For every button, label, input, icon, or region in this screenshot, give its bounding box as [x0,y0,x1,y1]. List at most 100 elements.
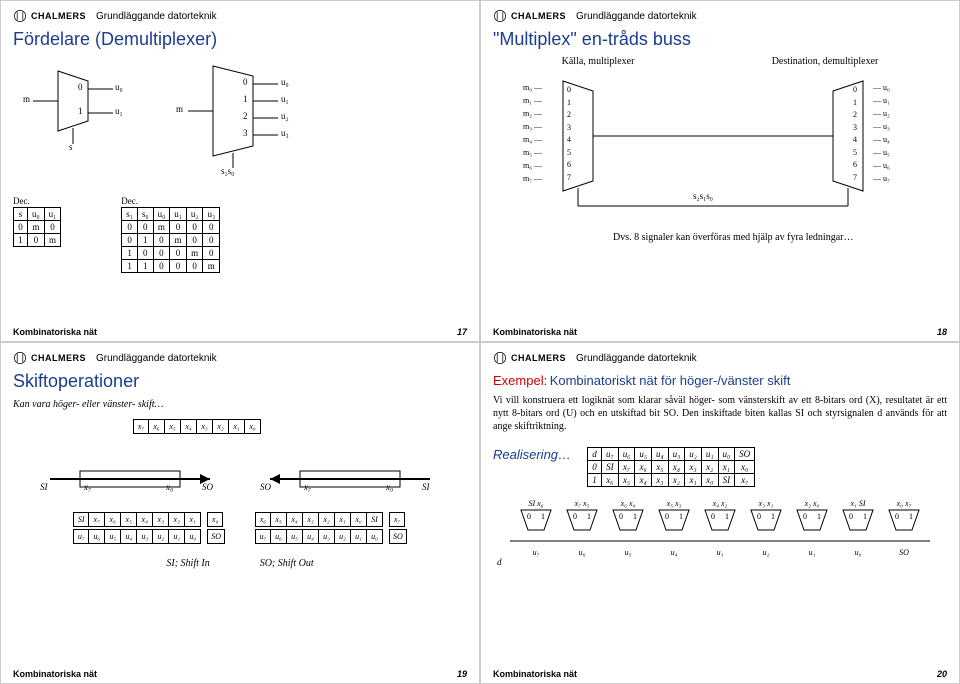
si-def: SI; Shift In [166,558,209,569]
idx: 7 [567,172,571,185]
course-title: Grundläggande datorteknik [576,11,697,22]
select-label: s₂s₁s₀ [693,191,713,201]
svg-text:1: 1 [679,512,683,521]
label-s: s₁s₀ [221,166,234,176]
svg-text:1: 1 [541,512,545,521]
demux-out: u₅ [883,148,890,157]
svg-text:0: 0 [573,512,577,521]
mux-icon: 01 [884,508,924,534]
header: CHALMERS Grundläggande datorteknik [13,9,467,23]
mux-icon: 01 [838,508,878,534]
so-def: SO; Shift Out [260,558,314,569]
brand-text: CHALMERS [511,11,566,21]
footer: Kombinatoriska nät 19 [13,665,467,679]
idx: 4 [567,134,571,147]
idx: 3 [853,122,857,135]
mux-array: SI x₆ x₇ x₅ x₆ x₄ x₅ x₃ x₄ x₂ x₃ x₁ x₂ x… [493,499,947,568]
demux-out: u₁ [883,96,890,105]
slide-title: Fördelare (Demultiplexer) [13,29,467,50]
mux-icon: 01 [654,508,694,534]
footer-text: Kombinatoriska nät [13,669,97,679]
example-label: Exempel: [493,373,547,388]
course-title: Grundläggande datorteknik [576,353,697,364]
svg-text:0: 0 [757,512,761,521]
label-m: m [176,104,183,114]
idx: 5 [567,147,571,160]
logo: CHALMERS [493,351,566,365]
label-u0: u₀ [281,77,289,87]
idx: 4 [853,134,857,147]
svg-text:1: 1 [633,512,637,521]
mux-in: m₂ [523,109,532,118]
brand-text: CHALMERS [511,353,566,363]
page-number: 19 [457,669,467,679]
label-u1: u₁ [281,94,289,104]
slide-17: CHALMERS Grundläggande datorteknik Förde… [0,0,480,342]
mux-icon: 01 [562,508,602,534]
label-u1: u₁ [115,106,123,116]
svg-text:0: 0 [895,512,899,521]
svg-text:0: 0 [849,512,853,521]
mux-in: m₄ [523,135,532,144]
bit-register: x₇x₆x₅x₄x₃x₂x₁x₀ [133,419,467,434]
logo: CHALMERS [13,351,86,365]
slide-20: CHALMERS Grundläggande datorteknik Exemp… [480,342,960,684]
footer: Kombinatoriska nät 18 [493,323,947,337]
idx: 2 [853,109,857,122]
page-number: 20 [937,669,947,679]
demux-out: u₇ [883,174,890,183]
slide-title: Skiftoperationer [13,371,467,392]
idx: 0 [567,84,571,97]
si-label: SI [422,482,430,492]
mux-in: m₅ [523,148,532,157]
x7-label: x₇ [304,482,311,492]
realisering-label: Realisering… [493,447,571,462]
so-label: SO [260,482,271,492]
brand-text: CHALMERS [31,353,86,363]
svg-text:0: 0 [527,512,531,521]
header: CHALMERS Grundläggande datorteknik [493,351,947,365]
footer-text: Kombinatoriska nät [13,327,97,337]
truth-table-1: Dec. su₀u₁ 0m0 10m [13,196,61,273]
chalmers-icon [493,9,507,23]
note-text: Dvs. 8 signaler kan överföras med hjälp … [613,231,893,244]
slide-18: CHALMERS Grundläggande datorteknik "Mult… [480,0,960,342]
svg-text:1: 1 [587,512,591,521]
table-caption: Dec. [121,196,138,206]
subtitle: Kan vara höger- eller vänster- skift… [13,398,467,411]
label-0: 0 [78,82,83,92]
shift-tables: SIx₇x₆x₅x₄x₃x₂x₁ x₀ u₇u₆u₅u₄u₃u₂u₁u₀ SO … [13,512,467,544]
label-m: m [23,94,30,104]
x7-label: x₇ [84,482,91,492]
logo: CHALMERS [13,9,86,23]
d-label: d [497,557,502,567]
svg-text:0: 0 [665,512,669,521]
svg-text:0: 0 [803,512,807,521]
svg-text:1: 1 [725,512,729,521]
example-title: Kombinatoriskt nät för höger-/vänster sk… [550,373,791,388]
chalmers-icon [13,351,27,365]
footer: Kombinatoriska nät 17 [13,323,467,337]
x0-label: x₀ [386,482,393,492]
svg-text:0: 0 [711,512,715,521]
chalmers-icon [493,351,507,365]
dest-label: Destination, demultiplexer [772,56,879,67]
demux-1to4: m 0 1 2 3 u₀ u₁ u₂ u₃ s₁s₀ [163,56,313,176]
label-2: 2 [243,111,248,121]
svg-text:1: 1 [909,512,913,521]
footer: Kombinatoriska nät 20 [493,665,947,679]
mux-in: m₆ [523,161,532,170]
mux-in: m₇ [523,174,532,183]
demux-out: u₀ [883,83,890,92]
mux-icon: 01 [516,508,556,534]
footer-text: Kombinatoriska nät [493,327,577,337]
label-u0: u₀ [115,82,123,92]
label-0: 0 [243,77,248,87]
mux-icon: 01 [608,508,648,534]
demux-1to2: m 0 1 u₀ u₁ s [13,56,133,146]
table-caption: Dec. [13,196,30,206]
paragraph: Vi vill konstruera ett logiknät som klar… [493,394,947,433]
header: CHALMERS Grundläggande datorteknik [13,351,467,365]
idx: 1 [567,97,571,110]
mux-icon: 01 [700,508,740,534]
